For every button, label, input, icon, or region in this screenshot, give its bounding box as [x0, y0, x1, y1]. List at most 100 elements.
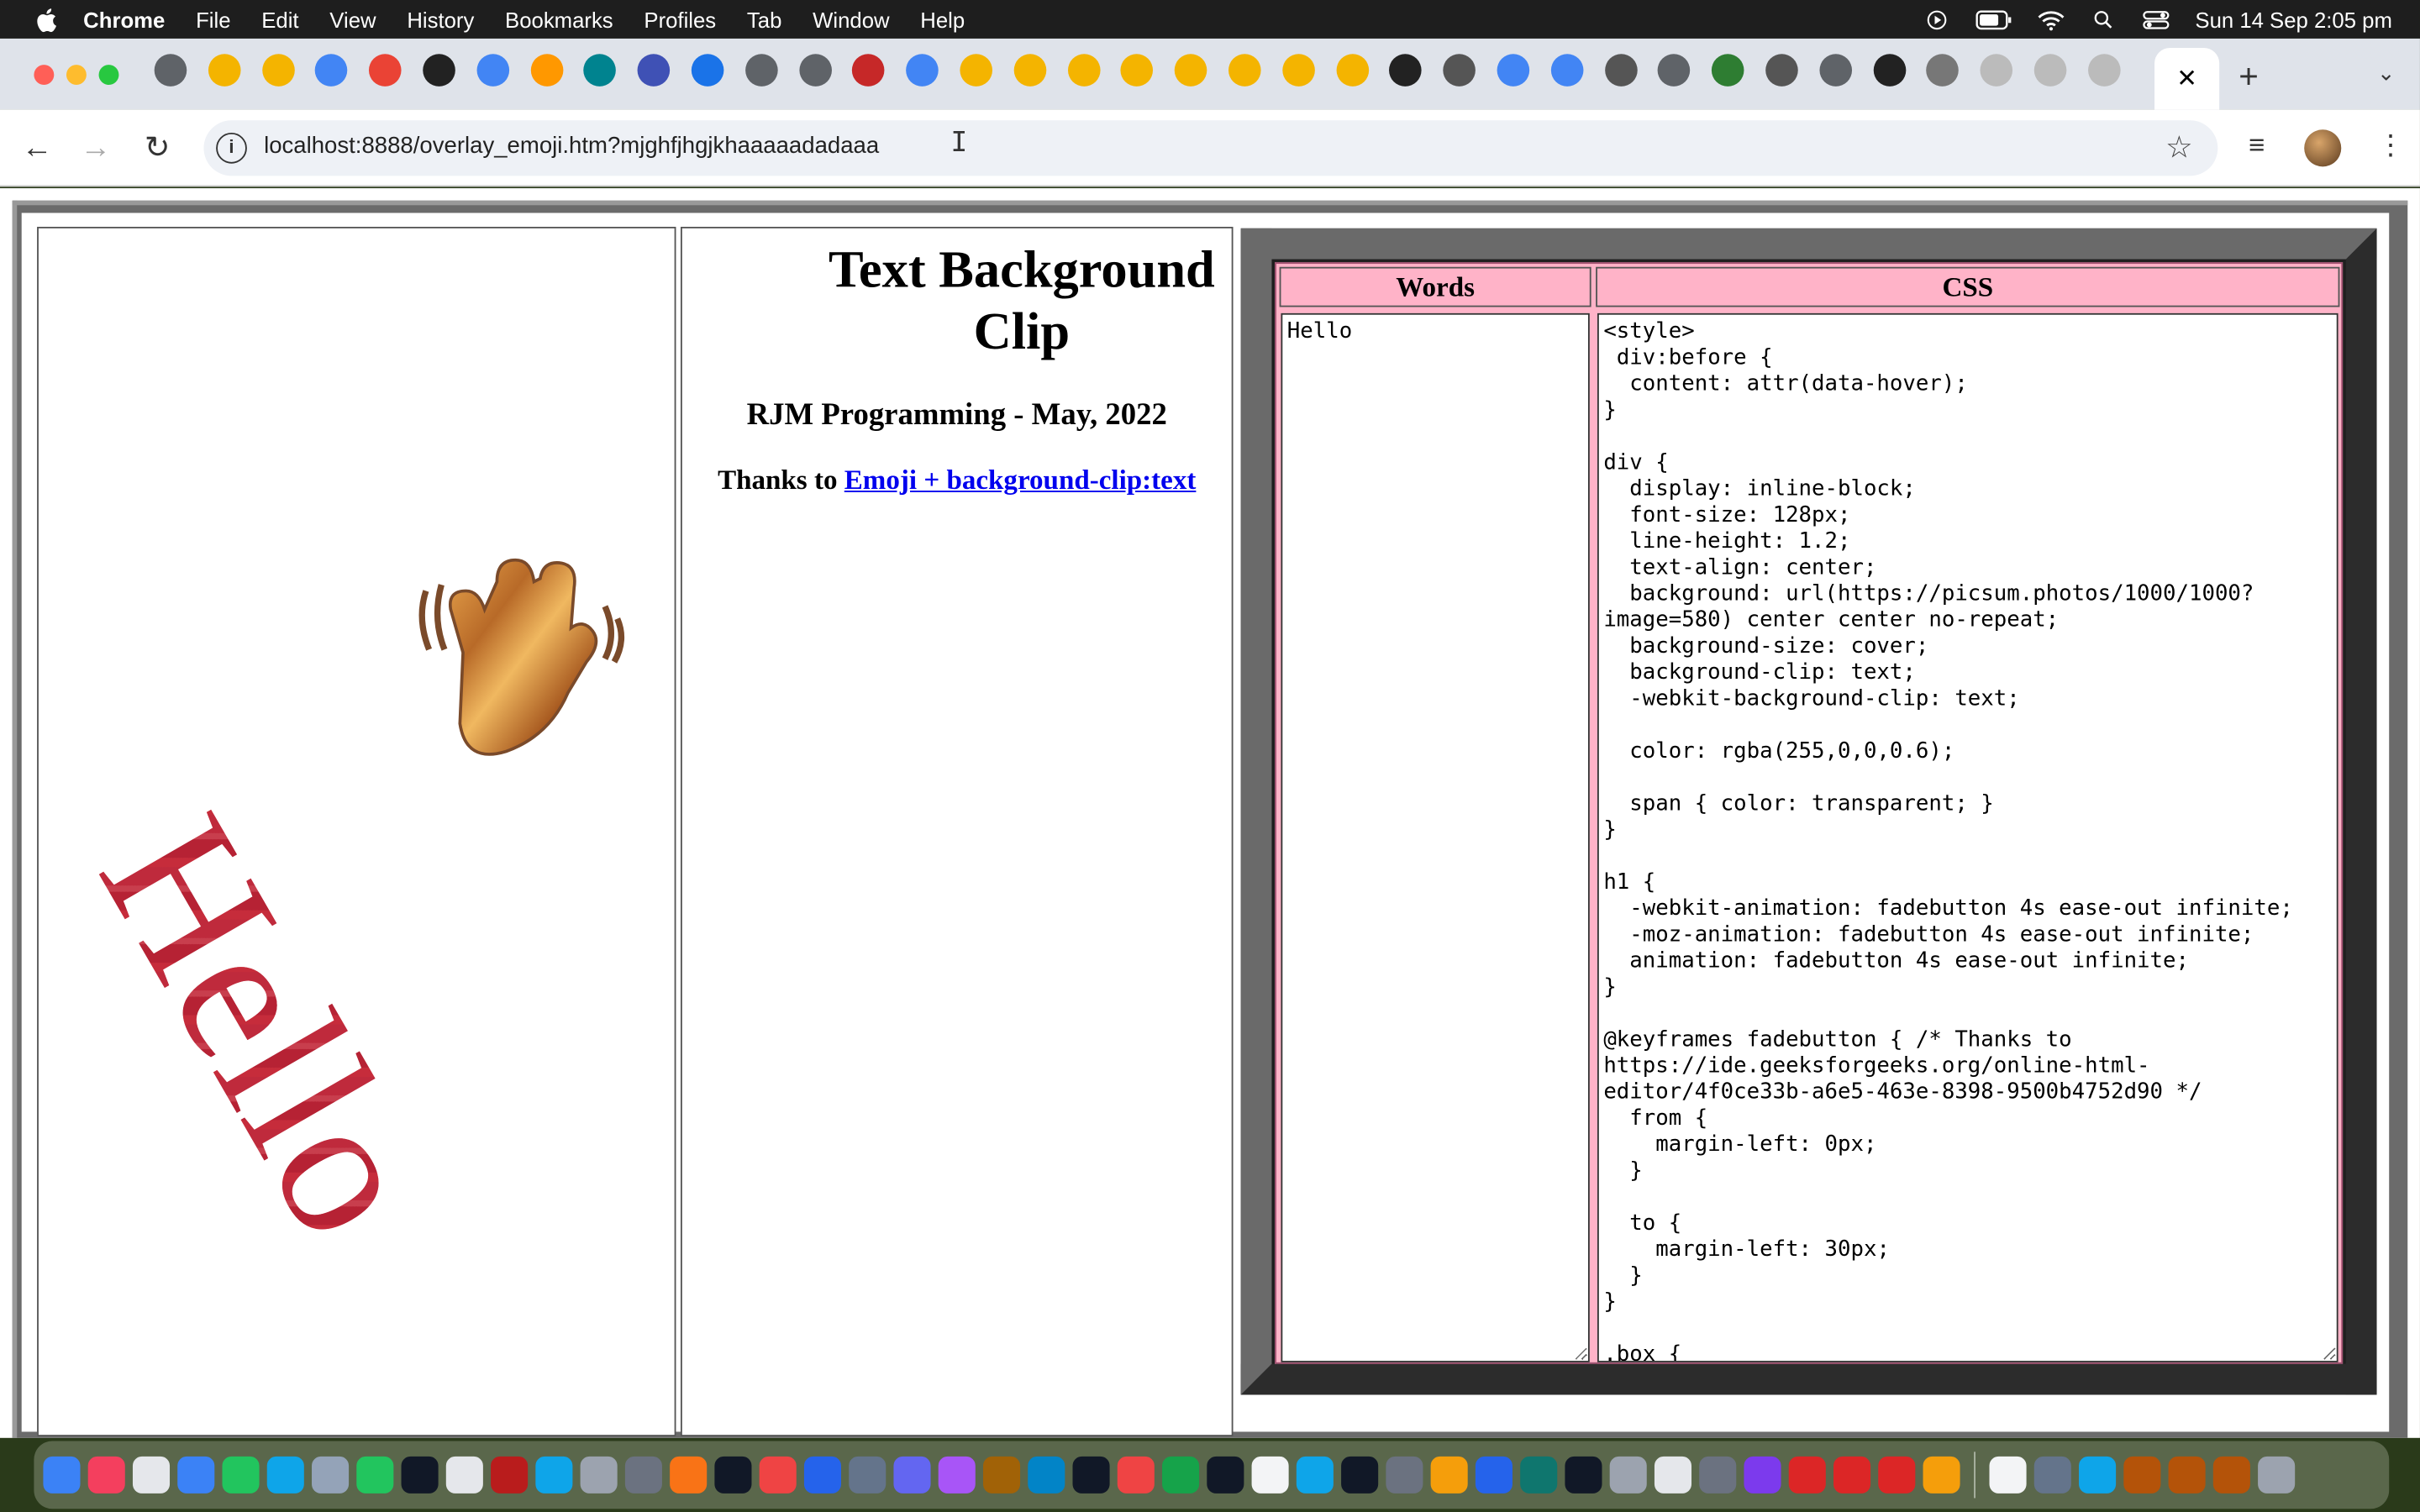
dock-app-icon[interactable] — [491, 1456, 529, 1494]
tab-favicon-icon[interactable] — [744, 54, 778, 87]
dock-app-icon[interactable] — [1609, 1456, 1647, 1494]
dock-app-icon[interactable] — [1162, 1456, 1200, 1494]
dock-app-icon[interactable] — [266, 1456, 304, 1494]
tab-favicon-icon[interactable] — [1281, 54, 1315, 87]
dock-app-icon[interactable] — [401, 1456, 439, 1494]
tab-favicon-icon[interactable] — [637, 54, 671, 87]
tab-favicon-icon[interactable] — [852, 54, 886, 87]
wifi-icon[interactable] — [2038, 8, 2065, 30]
dock-app-icon[interactable] — [1475, 1456, 1512, 1494]
dock-app-icon[interactable] — [803, 1456, 842, 1494]
tab-favicon-icon[interactable] — [1872, 54, 1906, 87]
dock-app-icon[interactable] — [1788, 1456, 1826, 1494]
reload-icon[interactable]: ↻ — [139, 129, 176, 166]
media-play-icon[interactable] — [1923, 8, 1951, 30]
dock-app-icon[interactable] — [1296, 1456, 1334, 1494]
dock-app-icon[interactable] — [1207, 1456, 1244, 1494]
tab-favicon-icon[interactable] — [1712, 54, 1744, 87]
dock-app-icon[interactable] — [312, 1456, 350, 1494]
control-center-icon[interactable] — [2143, 8, 2170, 30]
tab-favicon-icon[interactable] — [583, 54, 617, 87]
window-zoom-button[interactable] — [98, 65, 119, 86]
tab-favicon-icon[interactable] — [1550, 54, 1583, 87]
tab-favicon-icon[interactable] — [1818, 54, 1852, 87]
tab-favicon-icon[interactable] — [476, 54, 509, 87]
back-arrow-icon[interactable]: ← — [18, 129, 55, 166]
dock-app-icon[interactable] — [670, 1456, 708, 1494]
tab-favicon-icon[interactable] — [1658, 54, 1691, 87]
tab-favicon-icon[interactable] — [315, 54, 348, 87]
tab-favicon-icon[interactable] — [960, 54, 992, 87]
tab-favicon-icon[interactable] — [1765, 54, 1798, 87]
tab-favicon-icon[interactable] — [369, 54, 402, 87]
dock-app-icon[interactable] — [1072, 1456, 1110, 1494]
dock-app-icon[interactable] — [1117, 1456, 1155, 1494]
dock-app-icon[interactable] — [580, 1456, 618, 1494]
thanks-link[interactable]: Emoji + background-clip:text — [844, 465, 1197, 496]
dock-app-icon[interactable] — [87, 1456, 125, 1494]
dock-app-icon[interactable] — [1833, 1456, 1871, 1494]
dock-app-icon[interactable] — [2212, 1456, 2250, 1494]
tab-favicon-icon[interactable] — [1497, 54, 1530, 87]
dock-app-icon[interactable] — [938, 1456, 976, 1494]
browser-menu-icon[interactable]: ⋮ — [2377, 129, 2405, 162]
tab-favicon-icon[interactable] — [208, 54, 241, 87]
menu-profiles[interactable]: Profiles — [644, 7, 716, 31]
dock-app-icon[interactable] — [2123, 1456, 2161, 1494]
dock-app-icon[interactable] — [982, 1456, 1021, 1494]
dock-app-icon[interactable] — [1386, 1456, 1423, 1494]
profile-avatar[interactable] — [2304, 129, 2342, 167]
window-minimize-button[interactable] — [66, 65, 87, 86]
tab-favicon-icon[interactable] — [1443, 54, 1476, 87]
words-textarea[interactable]: Hello — [1281, 312, 1590, 1362]
battery-icon[interactable] — [1976, 8, 2013, 30]
tab-favicon-icon[interactable] — [1067, 54, 1100, 87]
tab-favicon-icon[interactable] — [1174, 54, 1207, 87]
menu-edit[interactable]: Edit — [261, 7, 298, 31]
dock-app-icon[interactable] — [1878, 1456, 1916, 1494]
dock-app-icon[interactable] — [1699, 1456, 1737, 1494]
dock-app-icon[interactable] — [2168, 1456, 2206, 1494]
dock-app-icon[interactable] — [1744, 1456, 1781, 1494]
dock-app-icon[interactable] — [1923, 1456, 1960, 1494]
tab-favicon-icon[interactable] — [1335, 54, 1369, 87]
forward-arrow-icon[interactable]: → — [77, 129, 114, 166]
bookmark-star-icon[interactable]: ☆ — [2165, 128, 2193, 166]
apple-menu-icon[interactable] — [34, 5, 61, 33]
menu-bookmarks[interactable]: Bookmarks — [505, 7, 613, 31]
tab-favicon-icon[interactable] — [1228, 54, 1261, 87]
window-close-button[interactable] — [34, 65, 55, 86]
dock-app-icon[interactable] — [1430, 1456, 1468, 1494]
dock-app-icon[interactable] — [177, 1456, 215, 1494]
dock-app-icon[interactable] — [1251, 1456, 1289, 1494]
menu-view[interactable]: View — [329, 7, 376, 31]
dock-app-icon[interactable] — [43, 1456, 81, 1494]
tab-favicon-icon[interactable] — [1926, 54, 1960, 87]
dock-app-icon[interactable] — [2258, 1456, 2296, 1494]
tab-favicon-icon[interactable] — [530, 54, 563, 87]
tab-search-chevron-icon[interactable]: ⌄ — [2377, 60, 2396, 87]
dock-app-icon[interactable] — [759, 1456, 797, 1494]
active-tab[interactable]: ✕ — [2154, 47, 2220, 110]
dock-app-icon[interactable] — [1654, 1456, 1692, 1494]
tab-favicon-icon[interactable] — [691, 54, 724, 87]
dock-app-icon[interactable] — [535, 1456, 573, 1494]
tab-favicon-icon[interactable] — [906, 54, 939, 87]
menu-window[interactable]: Window — [813, 7, 889, 31]
tab-favicon-icon[interactable] — [261, 54, 295, 87]
dock-app-icon[interactable] — [1989, 1456, 2027, 1494]
dock-app-icon[interactable] — [624, 1456, 662, 1494]
tab-favicon-icon[interactable] — [1121, 54, 1154, 87]
dock-app-icon[interactable] — [1565, 1456, 1602, 1494]
spotlight-search-icon[interactable] — [2091, 8, 2118, 30]
dock-app-icon[interactable] — [714, 1456, 752, 1494]
dock-app-icon[interactable] — [445, 1456, 483, 1494]
media-controls-icon[interactable]: ≡ — [2249, 129, 2265, 162]
tab-favicon-icon[interactable] — [798, 54, 832, 87]
tab-favicon-icon[interactable] — [154, 54, 187, 87]
tab-favicon-icon[interactable] — [1980, 54, 2013, 87]
css-textarea[interactable]: <style> div:before { content: attr(data-… — [1597, 312, 2338, 1362]
dock-app-icon[interactable] — [849, 1456, 886, 1494]
dock-app-icon[interactable] — [1028, 1456, 1065, 1494]
dock-app-icon[interactable] — [1520, 1456, 1558, 1494]
